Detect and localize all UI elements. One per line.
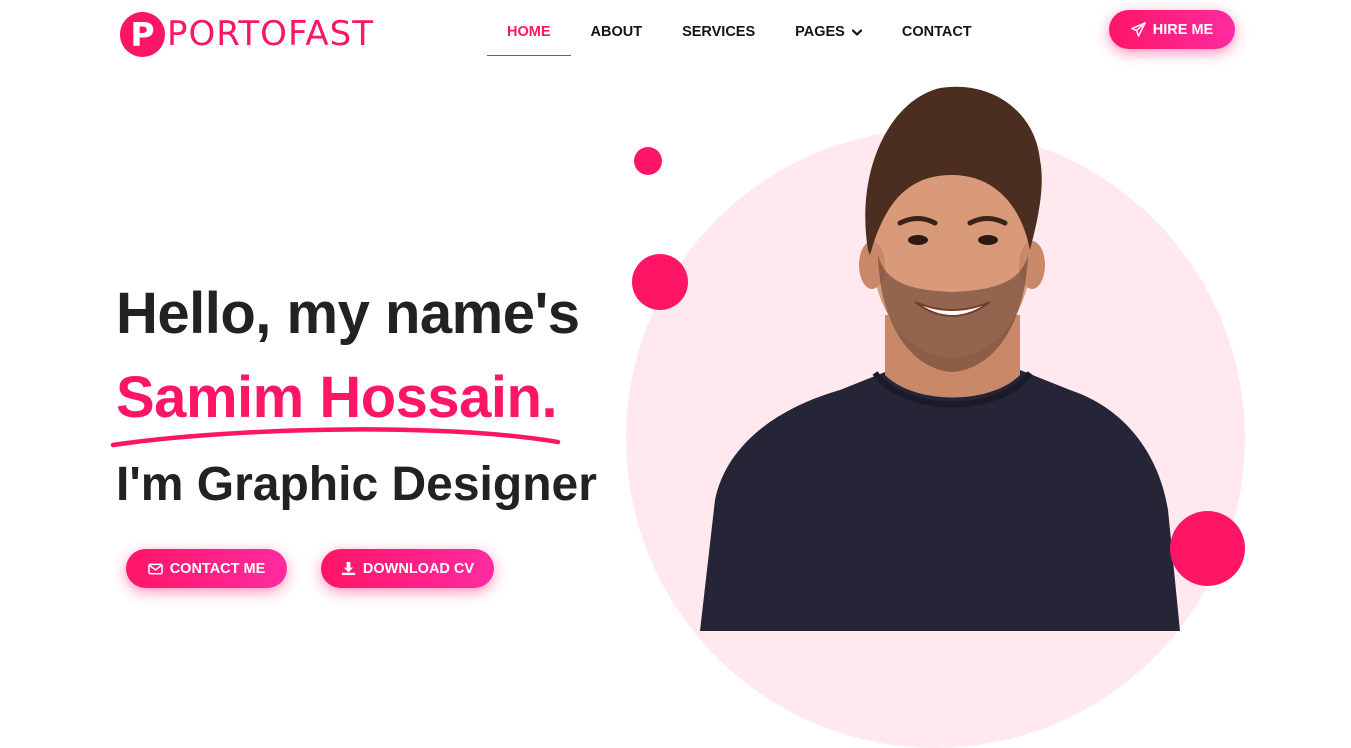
contact-me-label: CONTACT ME: [169, 560, 266, 577]
hire-me-label: HIRE ME: [1152, 21, 1214, 38]
logo-mark: P: [120, 11, 165, 57]
hero-greeting: Hello, my name's: [116, 281, 580, 346]
envelope-icon: [147, 563, 163, 574]
download-cv-button[interactable]: DOWNLOAD CV: [321, 549, 494, 588]
chevron-down-icon: [851, 28, 862, 36]
name-underline-decoration: [110, 427, 561, 448]
site-logo[interactable]: P PORTOFAST: [120, 11, 374, 57]
decorative-dot: [632, 254, 688, 310]
profile-photo: [700, 86, 1180, 631]
nav-item-services[interactable]: SERVICES: [662, 10, 775, 55]
nav-item-label: HOME: [507, 24, 551, 40]
nav-item-pages[interactable]: PAGES: [775, 10, 882, 55]
hire-me-button[interactable]: HIRE ME: [1109, 10, 1235, 49]
download-icon: [341, 561, 355, 576]
nav-item-label: SERVICES: [682, 24, 756, 40]
contact-me-button[interactable]: CONTACT ME: [126, 549, 287, 588]
nav-item-label: PAGES: [795, 24, 845, 40]
download-cv-label: DOWNLOAD CV: [362, 560, 475, 577]
decorative-dot: [634, 147, 662, 175]
nav-item-label: CONTACT: [901, 24, 972, 40]
nav-item-contact[interactable]: CONTACT: [882, 10, 992, 55]
logo-text: PORTOFAST: [167, 14, 374, 54]
main-nav: HOME ABOUT SERVICES PAGES CONTACT: [487, 10, 992, 56]
decorative-dot: [1170, 511, 1245, 586]
hero-role: I'm Graphic Designer: [116, 458, 597, 511]
nav-item-home[interactable]: HOME: [487, 10, 571, 56]
nav-item-label: ABOUT: [590, 24, 643, 40]
nav-item-about[interactable]: ABOUT: [571, 10, 663, 55]
paper-plane-icon: [1130, 22, 1146, 37]
